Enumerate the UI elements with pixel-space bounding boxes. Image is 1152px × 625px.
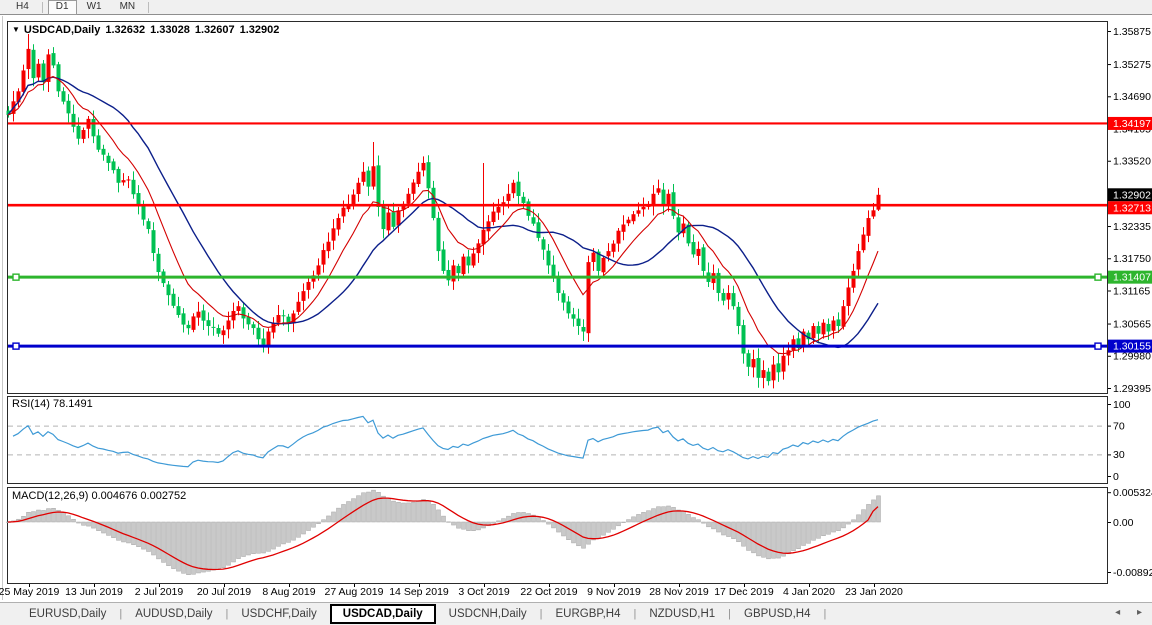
y-axis-tick-label: 1.31750 [1113, 253, 1151, 265]
date-axis-label: 25 May 2019 [0, 586, 60, 598]
date-axis-label: 14 Sep 2019 [389, 586, 449, 598]
y-axis-tick-label: 1.34690 [1113, 91, 1151, 103]
date-axis-label: 8 Aug 2019 [262, 586, 315, 598]
tab-scroll-left-icon[interactable]: ◂ [1115, 607, 1120, 618]
toolbar-divider [42, 2, 43, 13]
rsi-axis-tick-label: 100 [1113, 399, 1131, 411]
rsi-panel-frame [8, 397, 1108, 484]
y-axis-tick-label: 1.32335 [1113, 221, 1151, 233]
rsi-axis-tick-label: 70 [1113, 420, 1125, 432]
date-axis-label: 3 Oct 2019 [458, 586, 510, 598]
level-label-blue-text: 1.30155 [1113, 341, 1151, 353]
rsi-axis-tick-label: 30 [1113, 449, 1125, 461]
date-axis-label: 2 Jul 2019 [135, 586, 184, 598]
line-drag-handle[interactable] [13, 343, 19, 349]
line-drag-handle[interactable] [13, 274, 19, 280]
date-axis-label: 20 Jul 2019 [197, 586, 251, 598]
tab-audusd-daily[interactable]: AUDUSD,Daily [122, 606, 225, 622]
tab-divider: | [823, 608, 826, 620]
y-axis-tick-label: 1.29395 [1113, 383, 1151, 395]
tab-usdcad-daily[interactable]: USDCAD,Daily [330, 604, 436, 624]
ohlc-low: 1.32607 [195, 24, 235, 36]
date-axis-label: 9 Nov 2019 [587, 586, 641, 598]
main-price-panel-frame [8, 22, 1108, 394]
tab-eurgbp-h4[interactable]: EURGBP,H4 [542, 606, 633, 622]
toolbar-divider [148, 2, 149, 13]
rsi-indicator-label: RSI(14) 78.1491 [12, 398, 93, 410]
date-axis-label: 28 Nov 2019 [649, 586, 709, 598]
macd-indicator-label: MACD(12,26,9) 0.004676 0.002752 [12, 490, 186, 502]
y-axis-tick-label: 1.35875 [1113, 26, 1151, 38]
level-label-red-upper-text: 1.34197 [1113, 118, 1151, 130]
tab-nzdusd-h1[interactable]: NZDUSD,H1 [636, 606, 728, 622]
symbol-name: USDCAD,Daily [24, 24, 100, 36]
y-axis-tick-label: 1.31165 [1113, 285, 1150, 297]
tab-scroll-right-icon[interactable]: ▸ [1137, 607, 1142, 618]
y-axis-tick-label: 1.30565 [1113, 318, 1151, 330]
date-axis-label: 4 Jan 2020 [783, 586, 835, 598]
ohlc-open: 1.32632 [105, 24, 145, 36]
tab-eurusd-daily[interactable]: EURUSD,Daily [16, 606, 119, 622]
date-axis-label: 23 Jan 2020 [845, 586, 903, 598]
tab-usdchf-daily[interactable]: USDCHF,Daily [228, 606, 329, 622]
level-label-green-text: 1.31407 [1113, 272, 1151, 284]
macd-axis-tick-label: -0.008929 [1113, 567, 1152, 579]
tab-gbpusd-h4[interactable]: GBPUSD,H4 [731, 606, 823, 622]
line-drag-handle[interactable] [1095, 343, 1101, 349]
y-axis-tick-label: 1.35275 [1113, 59, 1151, 71]
date-axis-label: 17 Dec 2019 [714, 586, 774, 598]
symbol-tab-bar: EURUSD,Daily | AUDUSD,Daily | USDCHF,Dai… [0, 602, 1152, 625]
ohlc-high: 1.33028 [150, 24, 190, 36]
date-axis-label: 27 Aug 2019 [325, 586, 384, 598]
current-price-label-text: 1.32902 [1113, 189, 1151, 201]
symbol-dropdown-icon[interactable]: ▼ [12, 25, 20, 34]
chart-canvas: 1.358751.352751.346901.341051.335201.323… [0, 0, 1152, 601]
date-axis-label: 13 Jun 2019 [65, 586, 123, 598]
tab-usdcnh-daily[interactable]: USDCNH,Daily [436, 606, 540, 622]
ohlc-close: 1.32902 [240, 24, 280, 36]
timeframe-button-h4[interactable]: H4 [8, 0, 37, 15]
chart-title[interactable]: ▼ USDCAD,Daily 1.32632 1.33028 1.32607 1.3290… [12, 24, 279, 36]
macd-axis-tick-label: 0.00 [1113, 517, 1134, 529]
line-drag-handle[interactable] [1095, 274, 1101, 280]
level-label-red-lower-text: 1.32713 [1113, 202, 1151, 214]
timeframe-toolbar: H4 D1 W1 MN [0, 0, 1152, 15]
rsi-axis-tick-label: 0 [1113, 471, 1119, 483]
timeframe-button-w1[interactable]: W1 [79, 0, 110, 15]
tab-scroll-arrows: ◂ ▸ [1101, 607, 1142, 618]
date-axis-label: 22 Oct 2019 [520, 586, 577, 598]
timeframe-button-d1[interactable]: D1 [48, 0, 77, 15]
timeframe-button-mn[interactable]: MN [112, 0, 144, 15]
macd-axis-tick-label: 0.005324 [1113, 487, 1152, 499]
y-axis-tick-label: 1.33520 [1113, 156, 1151, 168]
